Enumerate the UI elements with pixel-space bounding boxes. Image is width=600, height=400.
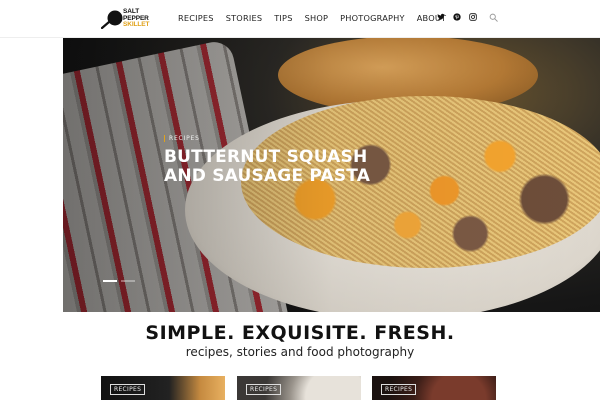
logo-text: SALT PEPPER SKILLET	[123, 8, 150, 29]
hero-slider[interactable]: RECIPES BUTTERNUT SQUASH AND SAUSAGE PAS…	[63, 38, 600, 312]
social-links	[437, 13, 477, 21]
pinterest-icon[interactable]	[453, 13, 461, 21]
card-category-tag[interactable]: RECIPES	[381, 384, 417, 395]
logo-line-3: SKILLET	[123, 21, 150, 29]
recipe-card[interactable]: RECIPES	[372, 376, 496, 400]
hero-title[interactable]: BUTTERNUT SQUASH AND SAUSAGE PASTA	[164, 148, 404, 186]
slider-dots	[103, 280, 135, 282]
nav-item-tips[interactable]: TIPS	[274, 13, 292, 23]
search-icon	[489, 13, 498, 22]
nav-item-recipes[interactable]: RECIPES	[178, 13, 214, 23]
card-category-tag[interactable]: RECIPES	[110, 384, 146, 395]
hero-category-label[interactable]: RECIPES	[164, 135, 200, 142]
skillet-icon	[101, 10, 123, 29]
search-button[interactable]	[489, 13, 498, 22]
recipe-card[interactable]: RECIPES	[101, 376, 225, 400]
nav-item-shop[interactable]: SHOP	[305, 13, 329, 23]
recipe-card[interactable]: RECIPES	[237, 376, 361, 400]
card-category-tag[interactable]: RECIPES	[246, 384, 282, 395]
site-tagline: SIMPLE. EXQUISITE. FRESH.	[145, 322, 455, 344]
main-nav: RECIPES STORIES TIPS SHOP PHOTOGRAPHY AB…	[178, 13, 458, 23]
nav-item-photography[interactable]: PHOTOGRAPHY	[340, 13, 405, 23]
nav-item-stories[interactable]: STORIES	[226, 13, 263, 23]
slider-dot-1[interactable]	[103, 280, 117, 282]
slider-dot-2[interactable]	[121, 280, 135, 282]
site-header: SALT PEPPER SKILLET RECIPES STORIES TIPS…	[0, 0, 600, 38]
twitter-icon[interactable]	[437, 13, 445, 21]
site-subtagline: recipes, stories and food photography	[185, 345, 415, 359]
instagram-icon[interactable]	[469, 13, 477, 21]
site-logo[interactable]: SALT PEPPER SKILLET	[101, 7, 150, 31]
